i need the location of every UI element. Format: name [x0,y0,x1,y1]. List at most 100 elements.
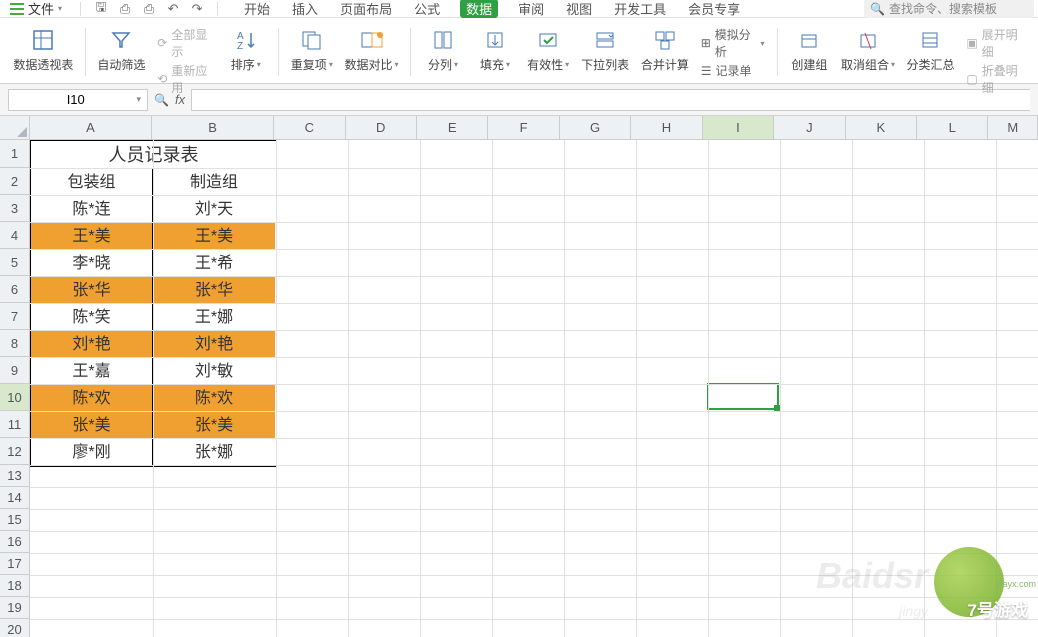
chevron-down-icon[interactable]: ▾ [136,94,141,105]
menu-tab-8[interactable]: 会员专享 [686,0,742,18]
fill-button[interactable]: 填充▾ [471,24,519,82]
sort-button[interactable]: AZ 排序▾ [222,24,270,82]
collapse-detail-button[interactable]: ▢折叠明细 [966,62,1024,96]
cell-b-3[interactable]: 刘*天 [153,196,275,222]
row-header-13[interactable]: 13 [0,465,29,487]
menu-tab-1[interactable]: 插入 [290,0,320,18]
pivot-table-button[interactable]: 数据透视表 [10,24,77,82]
cell-a-4[interactable]: 王*美 [31,223,153,249]
chevron-down-icon: ▾ [58,4,62,13]
row-header-17[interactable]: 17 [0,553,29,575]
undo-icon[interactable]: ↶ [165,1,181,17]
col-header-E[interactable]: E [417,116,488,139]
subtotal-button[interactable]: 分类汇总 [903,24,959,82]
redo-icon[interactable]: ↷ [189,1,205,17]
ungroup-label: 取消组合 [841,56,889,73]
file-menu-label: 文件 [28,0,54,18]
row-header-4[interactable]: 4 [0,222,29,249]
autofilter-button[interactable]: 自动筛选 [94,24,150,82]
row-header-7[interactable]: 7 [0,303,29,330]
show-all-icon: ⟳ [157,36,167,50]
row-header-12[interactable]: 12 [0,438,29,465]
cell-a-9[interactable]: 王*嘉 [31,358,153,384]
cell-a-11[interactable]: 张*美 [31,412,153,438]
cell-a-10[interactable]: 陈*欢 [31,385,153,411]
name-box-input[interactable] [15,92,136,107]
cell-b-6[interactable]: 张*华 [153,277,275,303]
print-icon[interactable]: ⎙ [141,1,157,17]
menu-tab-7[interactable]: 开发工具 [612,0,668,18]
row-header-20[interactable]: 20 [0,619,29,637]
row-header-2[interactable]: 2 [0,168,29,195]
col-header-I[interactable]: I [703,116,774,139]
row-header-16[interactable]: 16 [0,531,29,553]
cell-a-7[interactable]: 陈*笑 [31,304,153,330]
cell-b-12[interactable]: 张*娜 [153,439,275,466]
row-header-9[interactable]: 9 [0,357,29,384]
col-header-C[interactable]: C [274,116,345,139]
save-icon[interactable]: 🖫 [93,1,109,17]
expand-detail-button[interactable]: ▣展开明细 [966,26,1024,60]
menu-tab-3[interactable]: 公式 [412,0,442,18]
formula-input[interactable] [191,89,1030,111]
validation-button[interactable]: 有效性▾ [523,24,573,82]
row-header-19[interactable]: 19 [0,597,29,619]
col-header-B[interactable]: B [152,116,274,139]
cell-b-11[interactable]: 张*美 [153,412,275,438]
col-header-F[interactable]: F [488,116,559,139]
cell-b-8[interactable]: 刘*艳 [153,331,275,357]
menu-tab-0[interactable]: 开始 [242,0,272,18]
col-header-D[interactable]: D [346,116,417,139]
row-header-3[interactable]: 3 [0,195,29,222]
reapply-button[interactable]: ⟲重新应用 [157,62,214,96]
what-if-button[interactable]: ⊞模拟分析▾ [701,26,765,60]
row-header-6[interactable]: 6 [0,276,29,303]
text-to-columns-button[interactable]: 分列▾ [419,24,467,82]
col-header-A[interactable]: A [30,116,152,139]
cell-a-8[interactable]: 刘*艳 [31,331,153,357]
dropdown-label: 下拉列表 [581,56,629,73]
data-compare-button[interactable]: 数据对比▾ [341,24,402,82]
file-menu-button[interactable]: 文件 ▾ [4,0,68,18]
cell-b-7[interactable]: 王*娜 [153,304,275,330]
cell-b-4[interactable]: 王*美 [153,223,275,249]
show-all-button[interactable]: ⟳全部显示 [157,26,214,60]
col-header-L[interactable]: L [917,116,988,139]
col-header-J[interactable]: J [774,116,845,139]
command-search[interactable]: 🔍 查找命令、搜索模板 [864,0,1034,18]
row-header-11[interactable]: 11 [0,411,29,438]
cell-b-10[interactable]: 陈*欢 [153,385,275,411]
row-header-15[interactable]: 15 [0,509,29,531]
menu-tab-4[interactable]: 数据 [460,0,498,18]
col-header-M[interactable]: M [988,116,1038,139]
menu-tab-5[interactable]: 审阅 [516,0,546,18]
cell-b-5[interactable]: 王*希 [153,250,275,276]
chevron-down-icon: ▾ [257,60,261,69]
dropdown-list-button[interactable]: 下拉列表 [577,24,633,82]
row-header-8[interactable]: 8 [0,330,29,357]
consolidate-button[interactable]: 合并计算 [637,24,693,82]
col-header-H[interactable]: H [631,116,702,139]
menu-tab-2[interactable]: 页面布局 [338,0,394,18]
cell-a-6[interactable]: 张*华 [31,277,153,303]
select-all-corner[interactable] [0,116,30,140]
form-button[interactable]: ☰记录单 [701,62,765,79]
row-header-10[interactable]: 10 [0,384,29,411]
row-header-5[interactable]: 5 [0,249,29,276]
cell-a-3[interactable]: 陈*连 [31,196,153,222]
cell-a-5[interactable]: 李*晓 [31,250,153,276]
group-button[interactable]: 创建组 [785,24,833,82]
duplicates-button[interactable]: 重复项▾ [287,24,337,82]
row-header-1[interactable]: 1 [0,140,29,168]
ungroup-button[interactable]: 取消组合▾ [837,24,898,82]
cell-a-12[interactable]: 廖*刚 [31,439,153,466]
row-header-18[interactable]: 18 [0,575,29,597]
cells-area[interactable]: 人员记录表 包装组 制造组 陈*连刘*天王*美王*美李*晓王*希张*华张*华陈*… [30,140,1038,637]
name-box[interactable]: ▾ [8,89,148,111]
menu-tab-6[interactable]: 视图 [564,0,594,18]
print-preview-icon[interactable]: ⎙ [117,1,133,17]
col-header-G[interactable]: G [560,116,631,139]
cell-b-9[interactable]: 刘*敏 [153,358,275,384]
col-header-K[interactable]: K [846,116,917,139]
row-header-14[interactable]: 14 [0,487,29,509]
